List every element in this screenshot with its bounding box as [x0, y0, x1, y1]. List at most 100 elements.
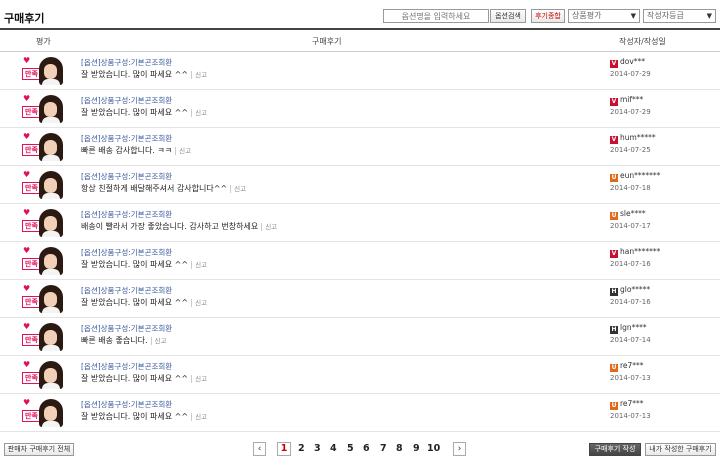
report-link[interactable]: 신고: [261, 223, 278, 231]
review-row: ♥ 만족 [옵션]상품구성:기본곤조회환 빠른 배송 좋습니다. 신고 Hlgn**** 2…: [0, 318, 720, 356]
column-header-rating: 평가: [36, 37, 51, 46]
page-number[interactable]: 2: [298, 443, 305, 454]
review-text[interactable]: 빠른 배송 감사합니다. ㅋㅋ: [81, 146, 172, 155]
report-link[interactable]: 신고: [191, 109, 208, 117]
character-face-icon: [39, 323, 63, 351]
report-link[interactable]: 신고: [230, 185, 247, 193]
review-text[interactable]: 항상 친절하게 배달해주셔서 감사합니다^^: [81, 184, 227, 193]
satisfaction-badge: ♥ 만족: [22, 361, 64, 389]
review-summary-button[interactable]: 후기종합: [531, 9, 565, 23]
next-page-button[interactable]: ›: [453, 442, 466, 456]
author-id: dov***: [620, 57, 646, 66]
character-face-icon: [39, 209, 63, 237]
character-face-icon: [39, 285, 63, 313]
review-row: ♥ 만족 [옵션]상품구성:기본곤조회환잘 받았습니다. 많이 파세요 ^^ 신고 Ur…: [0, 394, 720, 432]
review-option[interactable]: [옵션]상품구성:기본곤조회환: [81, 209, 172, 220]
author: Ueun*******: [610, 171, 660, 182]
review-date: 2014-07-13: [610, 412, 651, 420]
report-link[interactable]: 신고: [150, 337, 167, 345]
member-grade-icon: U: [610, 364, 618, 372]
character-face-icon: [39, 57, 63, 85]
report-link[interactable]: 신고: [191, 413, 208, 421]
review-option[interactable]: [옵션]상품구성:기본곤조회환: [81, 171, 172, 182]
review-date: 2014-07-16: [610, 260, 651, 268]
review-text-line: 빠른 배송 좋습니다. 신고: [81, 335, 167, 346]
page-title: 구매후기: [4, 12, 45, 25]
review-option[interactable]: [옵션]상품구성:기본곤조회환: [81, 57, 172, 68]
review-table-header: 평가 구매후기 작성자/작성일: [0, 30, 720, 52]
review-text[interactable]: 배송이 빨라서 가장 좋았습니다. 감사하고 번창하세요: [81, 222, 258, 231]
write-review-button[interactable]: 구매후기 작성: [589, 443, 641, 456]
page-number[interactable]: 6: [363, 443, 370, 454]
review-date: 2014-07-14: [610, 336, 651, 344]
author-id: eun*******: [620, 171, 661, 180]
review-text[interactable]: 잘 받았습니다. 많이 파세요 ^^: [81, 298, 188, 307]
review-date: 2014-07-13: [610, 374, 651, 382]
heart-icon: ♥: [23, 246, 31, 255]
author: Vmif***: [610, 95, 643, 106]
page-number[interactable]: 1: [277, 442, 291, 456]
page-number[interactable]: 10: [427, 443, 440, 454]
review-option[interactable]: [옵션]상품구성:기본곤조회환: [81, 247, 172, 258]
author: Ure7***: [610, 361, 644, 372]
review-row: ♥ 만족 [옵션]상품구성:기본곤조회환잘 받았습니다. 많이 파세요 ^^ 신고 Ur…: [0, 356, 720, 394]
review-option[interactable]: [옵션]상품구성:기본곤조회환: [81, 361, 172, 372]
member-grade-icon: V: [610, 250, 618, 258]
review-row: ♥ 만족 [옵션]상품구성:기본곤조회환빠른 배송 감사합니다. ㅋㅋ 신고 Vhum*…: [0, 128, 720, 166]
satisfaction-badge: ♥ 만족: [22, 285, 64, 313]
review-text[interactable]: 잘 받았습니다. 많이 파세요 ^^: [81, 108, 188, 117]
satisfaction-badge: ♥ 만족: [22, 133, 64, 161]
review-option[interactable]: [옵션]상품구성:기본곤조회환: [81, 399, 172, 410]
review-option[interactable]: [옵션]상품구성:기본곤조회환: [81, 323, 172, 334]
page-number[interactable]: 5: [347, 443, 354, 454]
rating-filter-select[interactable]: 상품평가 ▼: [568, 9, 640, 23]
review-text-line: 잘 받았습니다. 많이 파세요 ^^ 신고: [81, 69, 208, 80]
option-search-input[interactable]: [383, 9, 489, 23]
report-link[interactable]: 신고: [191, 299, 208, 307]
review-text[interactable]: 잘 받았습니다. 많이 파세요 ^^: [81, 412, 188, 421]
review-option[interactable]: [옵션]상품구성:기본곤조회환: [81, 95, 172, 106]
review-option[interactable]: [옵션]상품구성:기본곤조회환: [81, 133, 172, 144]
satisfaction-badge: ♥ 만족: [22, 399, 64, 427]
report-link[interactable]: 신고: [191, 261, 208, 269]
review-date: 2014-07-29: [610, 70, 651, 78]
author-id: hum*****: [620, 133, 656, 142]
review-row: ♥ 만족 [옵션]상품구성:기본곤조회환 잘 받았습니다. 많이 파세요 ^^ 신고 Hg…: [0, 280, 720, 318]
heart-icon: ♥: [23, 360, 31, 369]
prev-page-button[interactable]: ‹: [253, 442, 266, 456]
review-text[interactable]: 잘 받았습니다. 많이 파세요 ^^: [81, 260, 188, 269]
satisfaction-badge: ♥ 만족: [22, 247, 64, 275]
page-number[interactable]: 8: [396, 443, 403, 454]
author-id: sle****: [620, 209, 646, 218]
report-link[interactable]: 신고: [191, 375, 208, 383]
chevron-down-icon: ▼: [630, 12, 636, 20]
column-header-review: 구매후기: [312, 37, 342, 46]
character-face-icon: [39, 95, 63, 123]
character-face-icon: [39, 361, 63, 389]
column-header-author: 작성자/작성일: [619, 37, 666, 46]
heart-icon: ♥: [23, 398, 31, 407]
review-text[interactable]: 빠른 배송 좋습니다.: [81, 336, 148, 345]
my-reviews-button[interactable]: 내가 작성한 구매후기: [645, 443, 716, 456]
page-number[interactable]: 4: [330, 443, 337, 454]
satisfaction-badge: ♥ 만족: [22, 171, 64, 199]
author-id: re7***: [620, 399, 644, 408]
report-link[interactable]: 신고: [175, 147, 192, 155]
grade-filter-select[interactable]: 작성자등급 ▼: [643, 9, 716, 23]
page-number[interactable]: 3: [314, 443, 321, 454]
page-number[interactable]: 7: [380, 443, 387, 454]
review-text[interactable]: 잘 받았습니다. 많이 파세요 ^^: [81, 374, 188, 383]
page-number[interactable]: 9: [413, 443, 420, 454]
all-seller-reviews-button[interactable]: 판매자 구매후기 전체: [4, 443, 74, 456]
member-grade-icon: U: [610, 402, 618, 410]
review-text[interactable]: 잘 받았습니다. 많이 파세요 ^^: [81, 70, 188, 79]
review-option[interactable]: [옵션]상품구성:기본곤조회환: [81, 285, 172, 296]
review-text-line: 배송이 빨라서 가장 좋았습니다. 감사하고 번창하세요 신고: [81, 221, 278, 232]
heart-icon: ♥: [23, 132, 31, 141]
author: Vhum*****: [610, 133, 656, 144]
review-row: ♥ 만족 [옵션]상품구성:기본곤조회환 잘 받았습니다. 많이 파세요 ^^ 신고 Vh…: [0, 242, 720, 280]
review-text-line: 잘 받았습니다. 많이 파세요 ^^ 신고: [81, 297, 208, 308]
author-id: glo*****: [620, 285, 651, 294]
report-link[interactable]: 신고: [191, 71, 208, 79]
option-search-button[interactable]: 옵션검색: [490, 9, 526, 23]
